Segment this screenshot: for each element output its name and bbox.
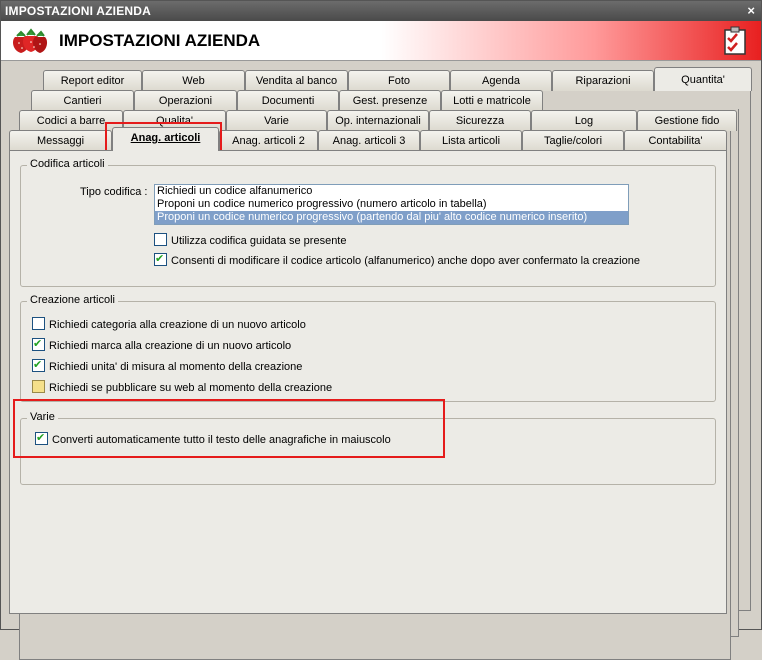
- checkbox-label: Richiedi marca alla creazione di un nuov…: [49, 340, 292, 352]
- checkbox-richiedi-categoria[interactable]: Richiedi categoria alla creazione di un …: [32, 317, 306, 333]
- checkbox-label: Richiedi categoria alla creazione di un …: [49, 319, 306, 331]
- tab-taglie-colori[interactable]: Taglie/colori: [522, 130, 624, 151]
- tab-quantita[interactable]: Quantita': [654, 67, 752, 91]
- tab-log[interactable]: Log: [531, 110, 637, 131]
- list-item[interactable]: Proponi un codice numerico progressivo (…: [155, 198, 628, 211]
- tab-sicurezza[interactable]: Sicurezza: [429, 110, 531, 131]
- tab-varie[interactable]: Varie: [226, 110, 327, 131]
- tab-vendita-al-banco[interactable]: Vendita al banco: [245, 70, 348, 91]
- group-title-creazione: Creazione articoli: [27, 294, 118, 306]
- tab-gestione-fido[interactable]: Gestione fido: [637, 110, 737, 131]
- settings-window: IMPOSTAZIONI AZIENDA × IMPOSTAZIONI AZIE…: [0, 0, 762, 660]
- checkbox-label: Consenti di modificare il codice articol…: [171, 255, 640, 267]
- tab-contabilita[interactable]: Contabilita': [624, 130, 727, 151]
- checkbox-label: Richiedi se pubblicare su web al momento…: [49, 382, 333, 394]
- tipo-codifica-label: Tipo codifica :: [80, 186, 148, 198]
- checkbox-richiedi-pubblica-web[interactable]: Richiedi se pubblicare su web al momento…: [32, 380, 332, 396]
- tab-messaggi[interactable]: Messaggi: [9, 130, 112, 151]
- checkbox-richiedi-unita-misura[interactable]: Richiedi unita' di misura al momento del…: [32, 358, 303, 375]
- group-title-codifica: Codifica articoli: [27, 158, 108, 170]
- tab-report-editor[interactable]: Report editor: [43, 70, 142, 91]
- checkbox-box[interactable]: [32, 380, 45, 393]
- title-bar: IMPOSTAZIONI AZIENDA ×: [1, 1, 761, 21]
- tab-foto[interactable]: Foto: [348, 70, 450, 91]
- checkbox-box[interactable]: [32, 317, 45, 330]
- checkbox-box-checked[interactable]: [35, 431, 48, 445]
- checklist-icon: [724, 26, 746, 55]
- checkbox-box-checked[interactable]: [154, 252, 167, 266]
- group-codifica-articoli: Codifica articoli Tipo codifica : Richie…: [20, 158, 716, 287]
- tab-gest-presenze[interactable]: Gest. presenze: [339, 90, 441, 111]
- group-varie: Varie Converti automaticamente tutto il …: [20, 411, 716, 485]
- list-item[interactable]: Richiedi un codice alfanumerico: [155, 185, 628, 198]
- checkbox-label: Utilizza codifica guidata se presente: [171, 235, 347, 247]
- list-item-selected[interactable]: Proponi un codice numerico progressivo (…: [155, 211, 628, 224]
- tab-documenti[interactable]: Documenti: [237, 90, 339, 111]
- checkbox-box[interactable]: [154, 233, 167, 246]
- tab-riparazioni[interactable]: Riparazioni: [552, 70, 654, 91]
- checkbox-codifica-guidata[interactable]: Utilizza codifica guidata se presente: [154, 233, 346, 249]
- tab-anag-articoli-3[interactable]: Anag. articoli 3: [318, 130, 420, 151]
- checkbox-consenti-modifica[interactable]: Consenti di modificare il codice articol…: [154, 252, 640, 269]
- tab-web[interactable]: Web: [142, 70, 245, 91]
- tab-panel-anag-articoli: Codifica articoli Tipo codifica : Richie…: [9, 150, 727, 614]
- tab-cantieri[interactable]: Cantieri: [31, 90, 134, 111]
- checkbox-converti-maiuscolo[interactable]: Converti automaticamente tutto il testo …: [35, 431, 391, 448]
- window-title: IMPOSTAZIONI AZIENDA: [5, 4, 151, 18]
- checkbox-label: Converti automaticamente tutto il testo …: [52, 434, 391, 446]
- tipo-codifica-listbox[interactable]: Richiedi un codice alfanumerico Proponi …: [154, 184, 629, 225]
- tab-operazioni[interactable]: Operazioni: [134, 90, 237, 111]
- tab-agenda[interactable]: Agenda: [450, 70, 552, 91]
- group-title-varie: Varie: [27, 411, 58, 423]
- strawberry-icon: [13, 28, 48, 53]
- tab-lotti-e-matricole[interactable]: Lotti e matricole: [441, 90, 543, 111]
- checkbox-richiedi-marca[interactable]: Richiedi marca alla creazione di un nuov…: [32, 337, 292, 354]
- checkbox-box-checked[interactable]: [32, 337, 45, 351]
- checkbox-label: Richiedi unita' di misura al momento del…: [49, 361, 303, 373]
- group-creazione-articoli: Creazione articoli Richiedi categoria al…: [20, 294, 716, 402]
- tab-codici-a-barre[interactable]: Codici a barre: [19, 110, 123, 131]
- tab-op-internazionali[interactable]: Op. internazionali: [327, 110, 429, 131]
- checkbox-box-checked[interactable]: [32, 358, 45, 372]
- tab-anag-articoli-2[interactable]: Anag. articoli 2: [219, 130, 318, 151]
- close-icon[interactable]: ×: [747, 3, 755, 18]
- header-title: IMPOSTAZIONI AZIENDA: [59, 31, 261, 50]
- tab-anag-articoli[interactable]: Anag. articoli: [112, 127, 219, 151]
- tab-lista-articoli[interactable]: Lista articoli: [420, 130, 522, 151]
- header-banner: IMPOSTAZIONI AZIENDA: [1, 21, 761, 61]
